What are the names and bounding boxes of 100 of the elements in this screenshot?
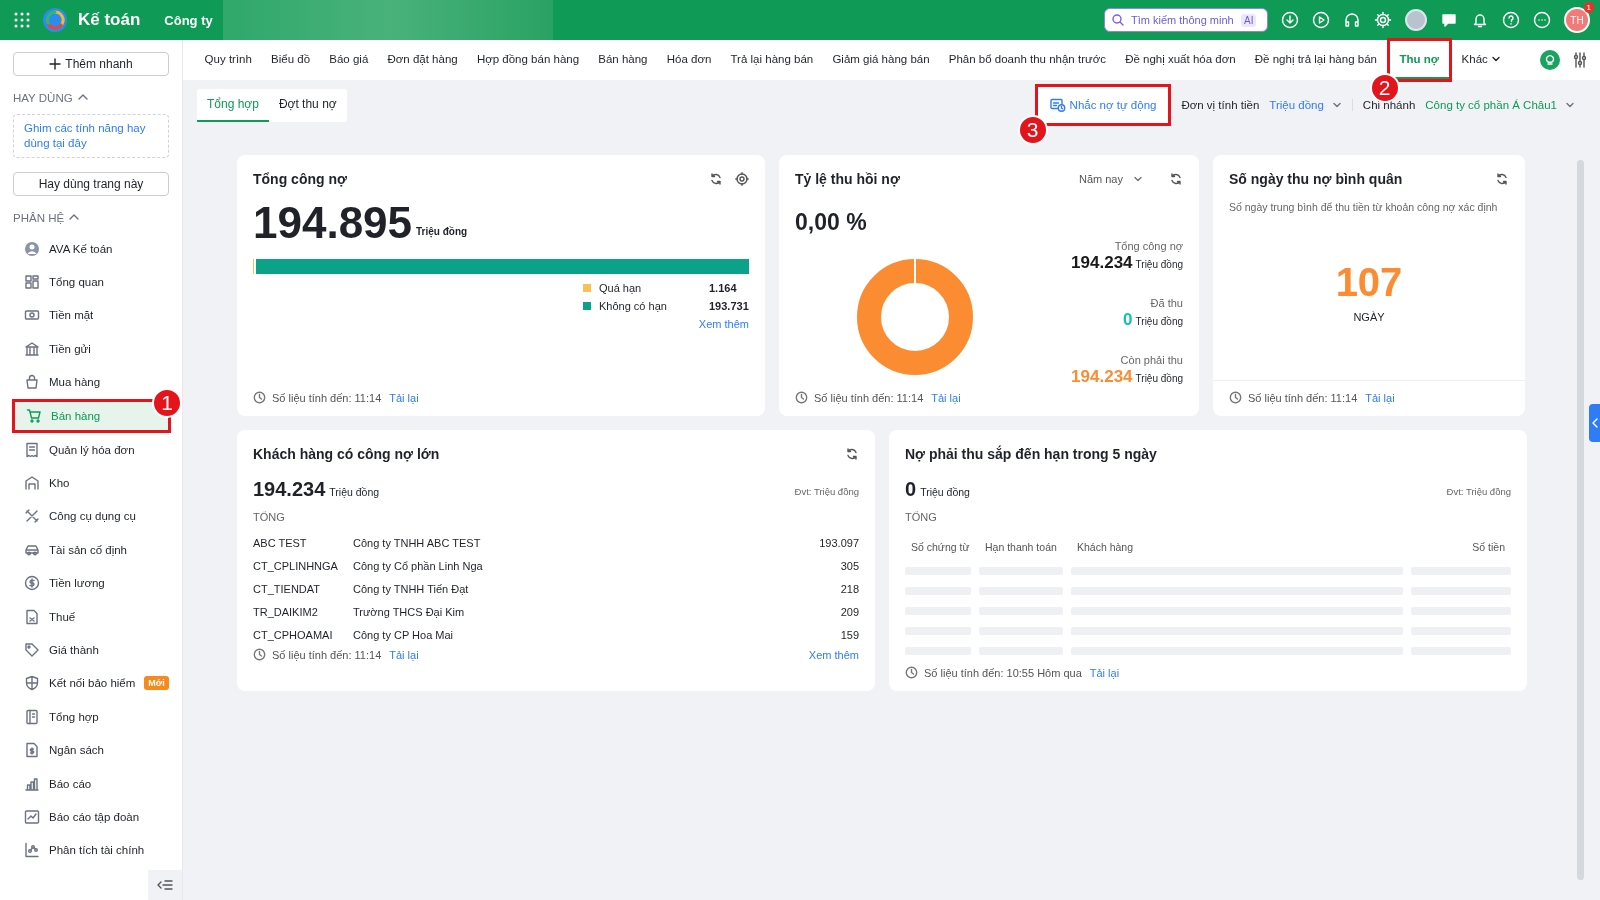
sidebar-item[interactable]: Phân tích tài chính: [13, 833, 149, 868]
refresh-icon[interactable]: [709, 172, 723, 186]
card-title: Tổng công nợ: [253, 171, 347, 187]
reload-link[interactable]: Tải lại: [931, 391, 961, 404]
sidebar-item[interactable]: Tổng quan: [13, 265, 108, 299]
table-cell-text: Công ty TNHH Tiến Đạt: [353, 583, 470, 595]
sidebar-item-label: Báo cáo tập đoàn: [49, 810, 140, 823]
tab[interactable]: Tổng hợp: [197, 88, 269, 122]
see-more-link[interactable]: Xem thêm: [808, 648, 859, 661]
table-cell-text: Công ty CP Hoa Mai: [353, 629, 455, 641]
app-grid-icon[interactable]: [14, 12, 30, 28]
table-cell-text: TR_DAIKIM2: [253, 606, 319, 618]
sidebar-item[interactable]: Tiền gửi: [13, 332, 95, 366]
lightbulb-icon[interactable]: [1540, 50, 1560, 70]
branch-label: Chi nhánh: [1351, 99, 1416, 111]
sidebar-item[interactable]: Tiền mặt: [13, 298, 98, 333]
period-dropdown[interactable]: Năm nay: [1078, 173, 1143, 185]
clock-icon: [253, 391, 266, 404]
sidebar-item[interactable]: Giá thành: [13, 633, 103, 667]
headset-icon[interactable]: [1343, 11, 1361, 29]
clock-icon: [905, 666, 918, 679]
avatar[interactable]: [1405, 9, 1427, 31]
reload-link[interactable]: Tải lại: [389, 648, 419, 661]
days-unit: NGÀY: [1353, 311, 1385, 323]
section-header[interactable]: PHÂN HỆ: [13, 212, 169, 224]
tab[interactable]: Trả lại hàng bán: [720, 40, 823, 80]
rate-value: 0,00 %: [795, 209, 868, 236]
timestamp-text: Số liệu tính đến: 11:14: [272, 648, 382, 661]
sidebar-item[interactable]: Kho: [13, 466, 74, 500]
document-icon: [24, 608, 40, 625]
download-icon[interactable]: [1281, 11, 1299, 29]
sidebar-item[interactable]: AVA Kế toán: [13, 232, 117, 266]
chat-icon[interactable]: [1440, 11, 1458, 29]
tab[interactable]: Giảm giá hàng bán: [822, 40, 940, 80]
card-title: Khách hàng có công nợ lớn: [253, 446, 440, 462]
tab[interactable]: Đề nghị xuất hóa đơn: [1115, 40, 1246, 80]
callout-number: 1: [152, 387, 182, 418]
column-header: Khách hàng: [1076, 541, 1135, 553]
play-icon[interactable]: [1312, 11, 1330, 29]
timestamp-text: Số liệu tính đến: 11:14: [814, 391, 924, 404]
search-input[interactable]: Tìm kiếm thông minh: [1129, 13, 1237, 27]
bell-icon[interactable]: [1471, 11, 1489, 29]
scrollbar[interactable]: [1577, 160, 1584, 880]
tab[interactable]: Biểu đồ: [261, 40, 320, 80]
sidebar-item[interactable]: Tiền lương: [13, 566, 109, 600]
tab[interactable]: Bán hàng: [588, 40, 658, 80]
reload-link[interactable]: Tải lại: [389, 391, 419, 404]
unit-dropdown[interactable]: Triệu đồng: [1269, 99, 1342, 111]
unit-note: Đvt: Triệu đồng: [1446, 486, 1511, 497]
refresh-icon[interactable]: [1495, 172, 1509, 186]
auto-reminder-button[interactable]: Nhắc nợ tự động: [1037, 87, 1169, 123]
stat-value: 194.234: [1071, 253, 1133, 273]
receipt-icon: [24, 441, 40, 458]
sidebar-item[interactable]: Ngân sách: [13, 733, 108, 767]
sidebar-item[interactable]: Tổng hợp: [13, 700, 103, 734]
sidebar-item[interactable]: Kết nối bảo hiểm Mới: [13, 666, 173, 701]
tab[interactable]: Quy trình: [195, 40, 262, 80]
table-cell-text: Công ty Cổ phần Linh Nga: [353, 560, 484, 572]
sidebar-item[interactable]: Thuế: [13, 599, 80, 634]
tab[interactable]: Đợt thu nợ: [268, 88, 347, 122]
reload-link[interactable]: Tải lại: [1365, 391, 1395, 404]
stat-label: Đã thu: [1150, 297, 1183, 309]
stat-value: 194.234: [1071, 367, 1133, 387]
tools-icon: [24, 508, 40, 525]
sidebar-item[interactable]: Báo cáo: [13, 766, 96, 801]
timestamp-text: Số liệu tính đến: 11:14: [1248, 391, 1358, 404]
table-cell-text: Trường THCS Đại Kim: [353, 606, 466, 618]
help-icon[interactable]: [1502, 11, 1520, 29]
side-panel-handle[interactable]: [1589, 404, 1600, 442]
tab[interactable]: Khác: [1452, 40, 1511, 80]
tab[interactable]: Đơn đặt hàng: [377, 40, 468, 80]
pin-page-button[interactable]: Hay dùng trang này: [13, 172, 169, 196]
bank-icon: [24, 340, 40, 357]
more-icon[interactable]: [1533, 11, 1551, 29]
see-more-link[interactable]: Xem thêm: [698, 318, 749, 330]
tab[interactable]: Báo giá: [319, 40, 378, 80]
refresh-icon[interactable]: [845, 447, 859, 461]
collapse-icon: [157, 879, 173, 891]
sidebar-item[interactable]: Mua hàng: [13, 365, 105, 399]
quick-add-button[interactable]: Thêm nhanh: [13, 52, 169, 76]
unit-text: Triệu đồng: [329, 486, 380, 498]
sidebar-item[interactable]: Báo cáo tập đoàn: [13, 800, 144, 834]
collapse-sidebar-button[interactable]: [148, 870, 182, 900]
sidebar-item[interactable]: Tài sản cố định: [13, 533, 131, 567]
cart-icon: [26, 407, 42, 424]
tab[interactable]: Phân bổ doanh thu nhận trước: [939, 40, 1116, 80]
sliders-icon[interactable]: [1572, 52, 1588, 68]
sidebar-item-label: Tổng quan: [49, 276, 104, 289]
tab[interactable]: Hợp đồng bán hàng: [467, 40, 589, 80]
sidebar-item-label: Phân tích tài chính: [49, 844, 145, 857]
section-header[interactable]: HAY DÙNG: [13, 92, 169, 104]
search-field[interactable]: Tìm kiếm thông minh AI: [1104, 8, 1268, 32]
refresh-icon[interactable]: [1169, 172, 1183, 186]
tab[interactable]: Hóa đơn: [657, 40, 721, 80]
total-amount: 0: [905, 478, 917, 501]
avatar-icon: [24, 240, 40, 257]
sidebar-item[interactable]: Quản lý hóa đơn: [13, 432, 139, 467]
sidebar-item[interactable]: Công cụ dụng cụ: [13, 499, 140, 534]
reload-link[interactable]: Tải lại: [1089, 666, 1120, 679]
clock-icon: [795, 391, 808, 404]
